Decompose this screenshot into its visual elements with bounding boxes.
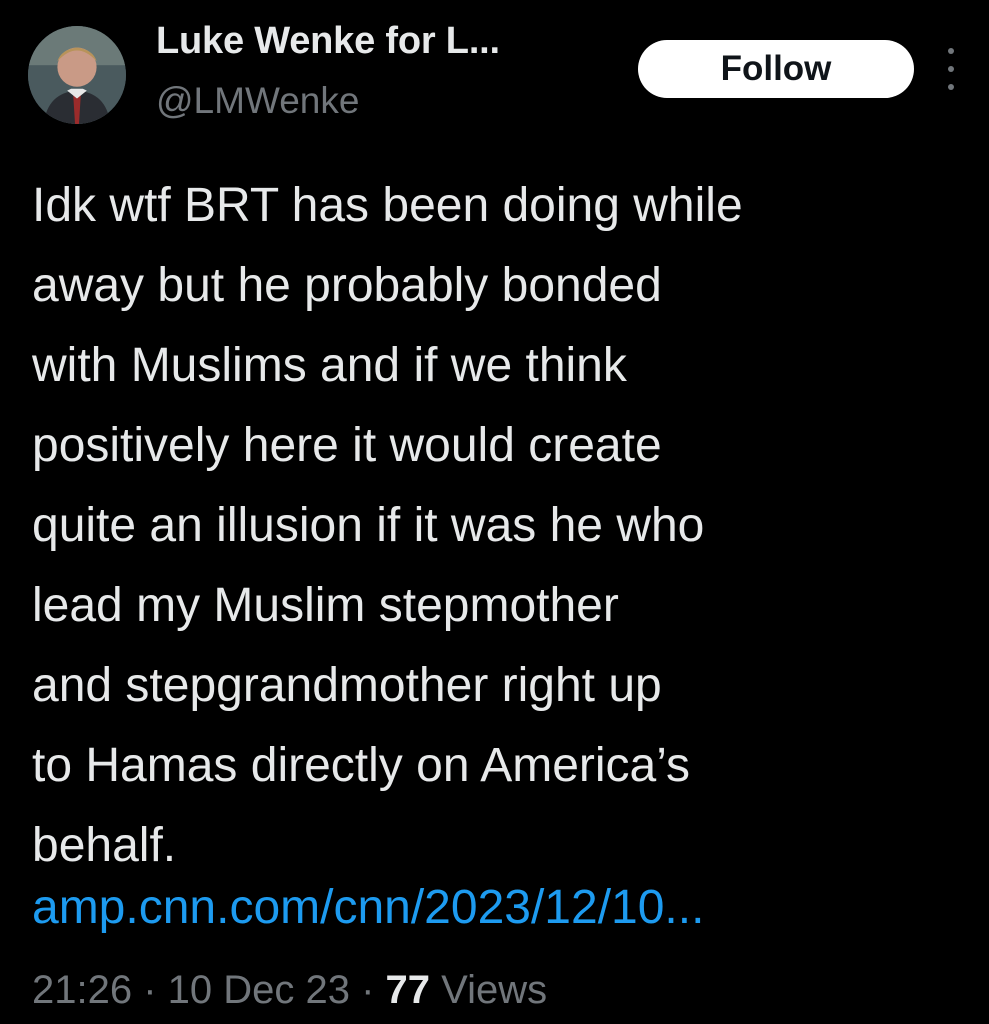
tweet-text-line: quite an illusion if it was he who [32,499,705,552]
dot [948,84,954,90]
views-label: Views [430,968,548,1012]
views-count[interactable]: 77 [386,968,431,1012]
tweet-text: Idk wtf BRT has been doing while away bu… [32,166,972,886]
tweet-text-line: away but he probably bonded [32,259,662,312]
avatar[interactable] [28,26,126,124]
more-vertical-icon[interactable] [940,48,962,90]
tweet-text-line: to Hamas directly on America’s [32,739,691,792]
tweet-text-line: and stepgrandmother right up [32,659,662,712]
tweet-meta: 21:26 · 10 Dec 23 · 77 Views [32,960,547,1020]
tweet-link[interactable]: amp.cnn.com/cnn/2023/12/10... [32,868,704,948]
tweet-text-line: lead my Muslim stepmother [32,579,619,632]
tweet-date[interactable]: 10 Dec 23 [168,968,350,1012]
dot [948,66,954,72]
tweet-text-line: Idk wtf BRT has been doing while [32,179,743,232]
profile-photo-icon [28,26,126,124]
tweet-text-line: positively here it would create [32,419,662,472]
tweet-time[interactable]: 21:26 [32,968,132,1012]
meta-separator: · [132,968,168,1012]
author-handle[interactable]: @LMWenke [156,80,359,122]
tweet-text-line: with Muslims and if we think [32,339,627,392]
dot [948,48,954,54]
tweet-card: Luke Wenke for L... @LMWenke Follow Idk … [0,0,989,1024]
follow-button[interactable]: Follow [638,40,914,98]
author-display-name[interactable]: Luke Wenke for L... [156,20,500,63]
meta-separator: · [350,968,386,1012]
